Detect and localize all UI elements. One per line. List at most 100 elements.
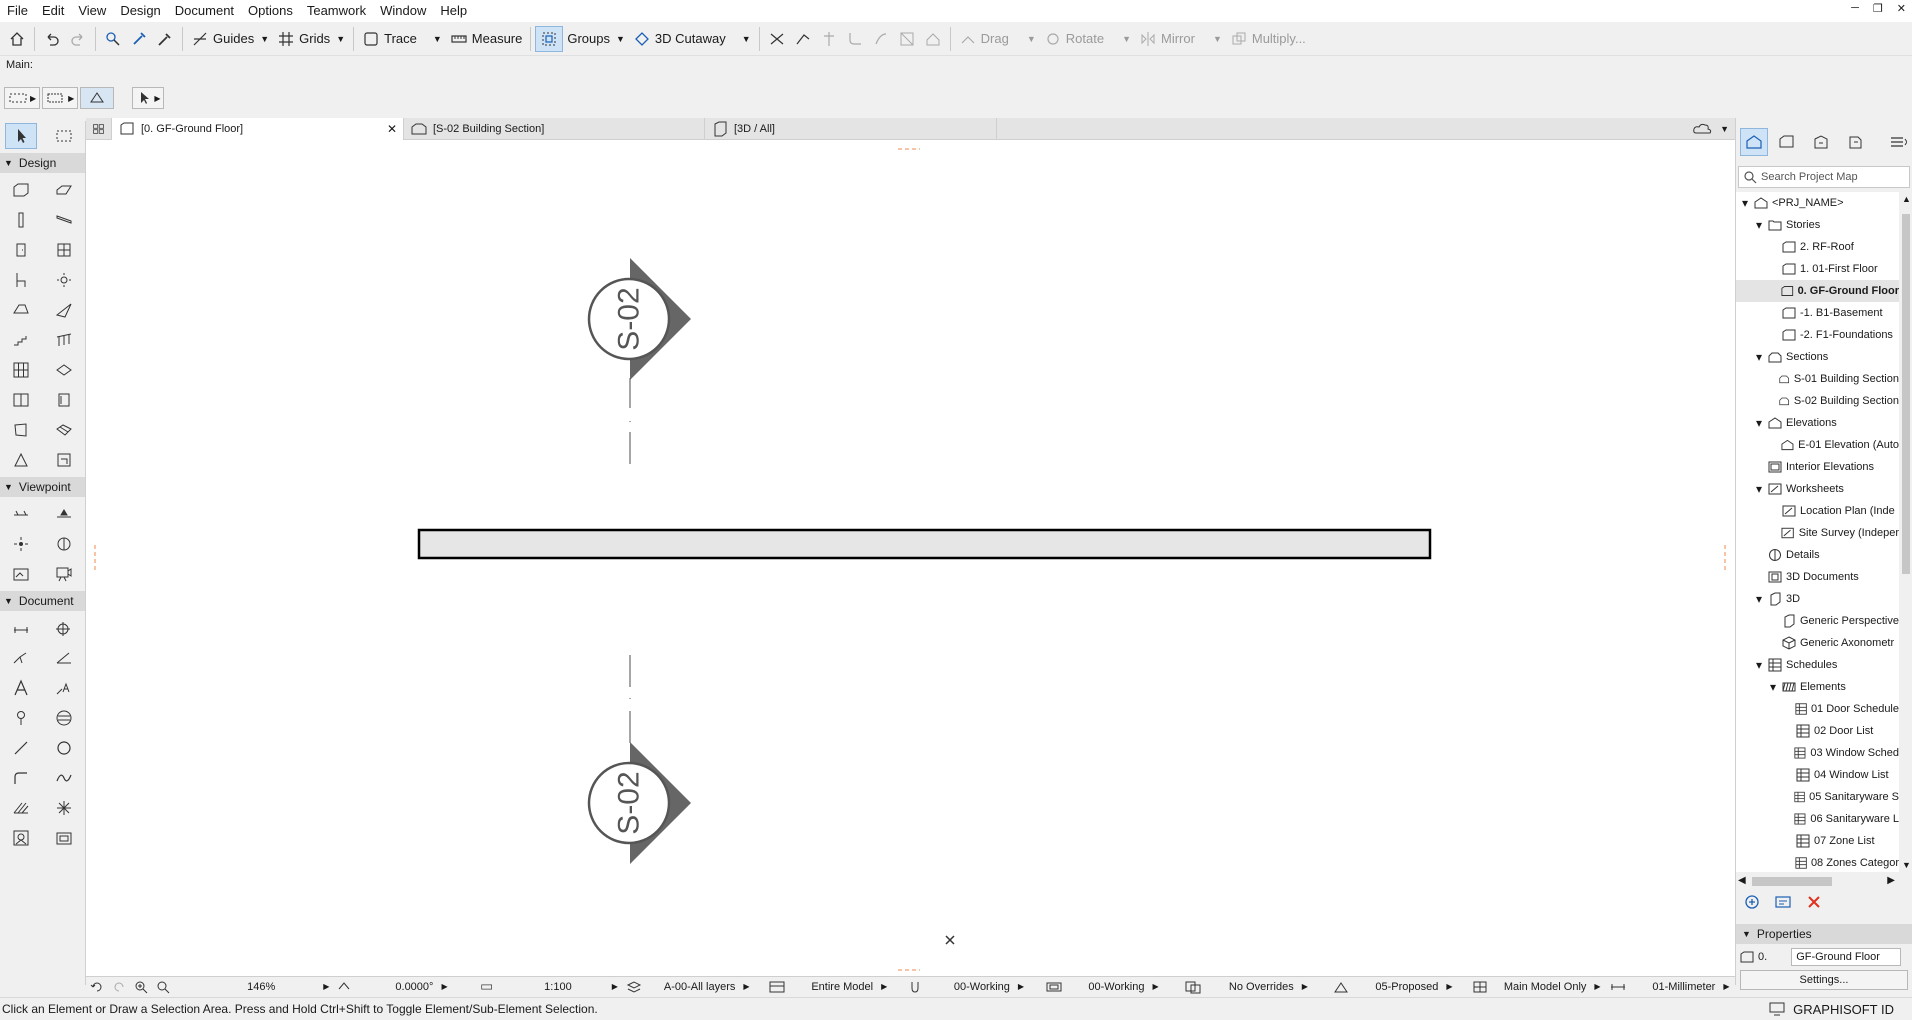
- stair-tool[interactable]: [5, 327, 37, 353]
- window-tool[interactable]: [48, 237, 80, 263]
- label-tool[interactable]: [48, 675, 80, 701]
- arrow-tool[interactable]: [5, 123, 38, 149]
- add-view-icon[interactable]: [1744, 894, 1760, 910]
- tree-item[interactable]: 08 Zones Categor: [1736, 852, 1899, 872]
- toolbox-design-header[interactable]: ▼ Design: [0, 153, 85, 173]
- menu-item-document[interactable]: Document: [168, 0, 241, 22]
- pick-up-button[interactable]: [126, 26, 152, 52]
- tree-item[interactable]: ▾ <PRJ_NAME>: [1736, 192, 1899, 214]
- properties-header[interactable]: ▼ Properties: [1736, 924, 1912, 944]
- tree-item[interactable]: ▾ Worksheets: [1736, 478, 1899, 500]
- pick-up-parameters-button[interactable]: [100, 26, 126, 52]
- chevron-down-icon[interactable]: ▾: [1754, 482, 1764, 496]
- tree-item[interactable]: 03 Window Sched: [1736, 742, 1899, 764]
- navigator-menu-button[interactable]: [1884, 128, 1912, 156]
- polyline-tool[interactable]: [5, 765, 37, 791]
- tree-item[interactable]: ▾ Elevations: [1736, 412, 1899, 434]
- chevron-down-icon[interactable]: ▾: [1740, 196, 1750, 210]
- tree-item[interactable]: Location Plan (Inde: [1736, 500, 1899, 522]
- tree-vertical-scrollbar[interactable]: ▲ ▼: [1899, 192, 1912, 872]
- line-tool[interactable]: [5, 735, 37, 761]
- section-tool[interactable]: [5, 501, 37, 527]
- morph-tool[interactable]: [48, 357, 80, 383]
- lamp-tool[interactable]: [48, 267, 80, 293]
- chevron-down-icon[interactable]: ▾: [1754, 658, 1764, 672]
- chevron-down-icon[interactable]: ▾: [1754, 350, 1764, 364]
- tree-item[interactable]: ▾ Schedules: [1736, 654, 1899, 676]
- interior-elevation-tool[interactable]: [5, 531, 37, 557]
- search-project-map-input[interactable]: Search Project Map: [1738, 166, 1910, 188]
- suspend-groups-toggle[interactable]: [535, 25, 564, 52]
- toolbox-viewpoint-header[interactable]: ▼ Viewpoint: [0, 477, 85, 497]
- guides-button[interactable]: Guides ▼: [187, 26, 273, 52]
- object-tool[interactable]: [5, 267, 37, 293]
- marker-tool[interactable]: [5, 705, 37, 731]
- adjust-button[interactable]: [790, 26, 816, 52]
- tree-horizontal-scrollbar[interactable]: ◀ ▶: [1736, 874, 1912, 890]
- pen-set-selector[interactable]: 00-Working ▶: [904, 977, 1043, 997]
- tree-item[interactable]: 01 Door Schedule: [1736, 698, 1899, 720]
- multiply-button[interactable]: Multiply...: [1226, 26, 1310, 52]
- scrollbar-thumb[interactable]: [1752, 877, 1832, 886]
- menu-item-options[interactable]: Options: [241, 0, 300, 22]
- scroll-right-icon[interactable]: ▶: [1887, 875, 1895, 886]
- menu-item-teamwork[interactable]: Teamwork: [300, 0, 373, 22]
- drawing-tool[interactable]: [48, 825, 80, 851]
- floor-plan-tool[interactable]: [5, 447, 37, 473]
- tree-item[interactable]: 05 Sanitaryware S: [1736, 786, 1899, 808]
- close-icon[interactable]: ✕: [1897, 2, 1906, 15]
- chevron-down-icon[interactable]: ▾: [1754, 592, 1764, 606]
- tab-overview[interactable]: [86, 118, 112, 140]
- wall-tool[interactable]: [5, 177, 37, 203]
- trace-button[interactable]: Trace ▼: [358, 26, 446, 52]
- selection-arrow-button[interactable]: ▶: [132, 87, 165, 109]
- menu-item-view[interactable]: View: [71, 0, 113, 22]
- tree-item[interactable]: 1. 01-First Floor: [1736, 258, 1899, 280]
- dimension-tool[interactable]: [5, 615, 37, 641]
- tab-ground-floor[interactable]: [0. GF-Ground Floor] ✕: [112, 118, 404, 140]
- grids-button[interactable]: Grids ▼: [273, 26, 349, 52]
- section-marker-bottom[interactable]: S-02: [587, 742, 691, 864]
- home-button[interactable]: [4, 26, 30, 52]
- scrollbar-thumb[interactable]: [1902, 214, 1910, 574]
- angle-dimension-tool[interactable]: [48, 645, 80, 671]
- dropdown-arrow-icon[interactable]: ▼: [1027, 34, 1036, 44]
- tree-item[interactable]: -1. B1-Basement: [1736, 302, 1899, 324]
- floor-plan-canvas[interactable]: S-02 S-02: [86, 140, 1735, 976]
- tab-options[interactable]: ▼: [1686, 118, 1735, 140]
- dimension-standard-selector[interactable]: 01-Millimeter ▶: [1606, 977, 1735, 997]
- slab-tool[interactable]: [48, 177, 80, 203]
- graphic-overrides-selector[interactable]: No Overrides ▶: [1181, 977, 1329, 997]
- model-view-options-selector[interactable]: 00-Working ▶: [1042, 977, 1181, 997]
- dropdown-arrow-icon[interactable]: ▼: [1720, 124, 1729, 134]
- tree-item[interactable]: Details: [1736, 544, 1899, 566]
- mirror-button[interactable]: Mirror ▼: [1135, 26, 1226, 52]
- explode-button[interactable]: [894, 26, 920, 52]
- marquee-type-button[interactable]: ▶: [42, 87, 79, 109]
- menu-item-help[interactable]: Help: [433, 0, 474, 22]
- zone-tool[interactable]: [5, 417, 37, 443]
- close-icon[interactable]: ✕: [387, 122, 397, 136]
- dropdown-arrow-icon[interactable]: ▼: [433, 34, 442, 44]
- layer-combination-selector[interactable]: A-00-All layers ▶: [622, 977, 765, 997]
- tree-item[interactable]: Generic Axonometr: [1736, 632, 1899, 654]
- fillet-button[interactable]: [842, 26, 868, 52]
- selection-method-button[interactable]: ▶: [4, 87, 41, 109]
- split-button[interactable]: [764, 26, 790, 52]
- figure-tool[interactable]: [5, 825, 37, 851]
- camera-tool[interactable]: [48, 561, 80, 587]
- scale-selector[interactable]: 1:100 ▶: [477, 977, 622, 997]
- tree-item[interactable]: 2. RF-Roof: [1736, 236, 1899, 258]
- level-dimension-tool[interactable]: [48, 615, 80, 641]
- measure-button[interactable]: Measure: [446, 26, 527, 52]
- chevron-down-icon[interactable]: ▾: [1768, 680, 1778, 694]
- change-tool[interactable]: [48, 447, 80, 473]
- tree-item[interactable]: -2. F1-Foundations: [1736, 324, 1899, 346]
- scroll-down-icon[interactable]: ▼: [1902, 860, 1911, 870]
- opening-tool[interactable]: [48, 387, 80, 413]
- tree-item[interactable]: Interior Elevations: [1736, 456, 1899, 478]
- tab-3d-all[interactable]: [3D / All]: [705, 118, 997, 140]
- elevation-tool[interactable]: [48, 501, 80, 527]
- rotation-angle[interactable]: 0.0000° ▶: [333, 977, 476, 997]
- model-filter-selector[interactable]: Entire Model ▶: [765, 977, 904, 997]
